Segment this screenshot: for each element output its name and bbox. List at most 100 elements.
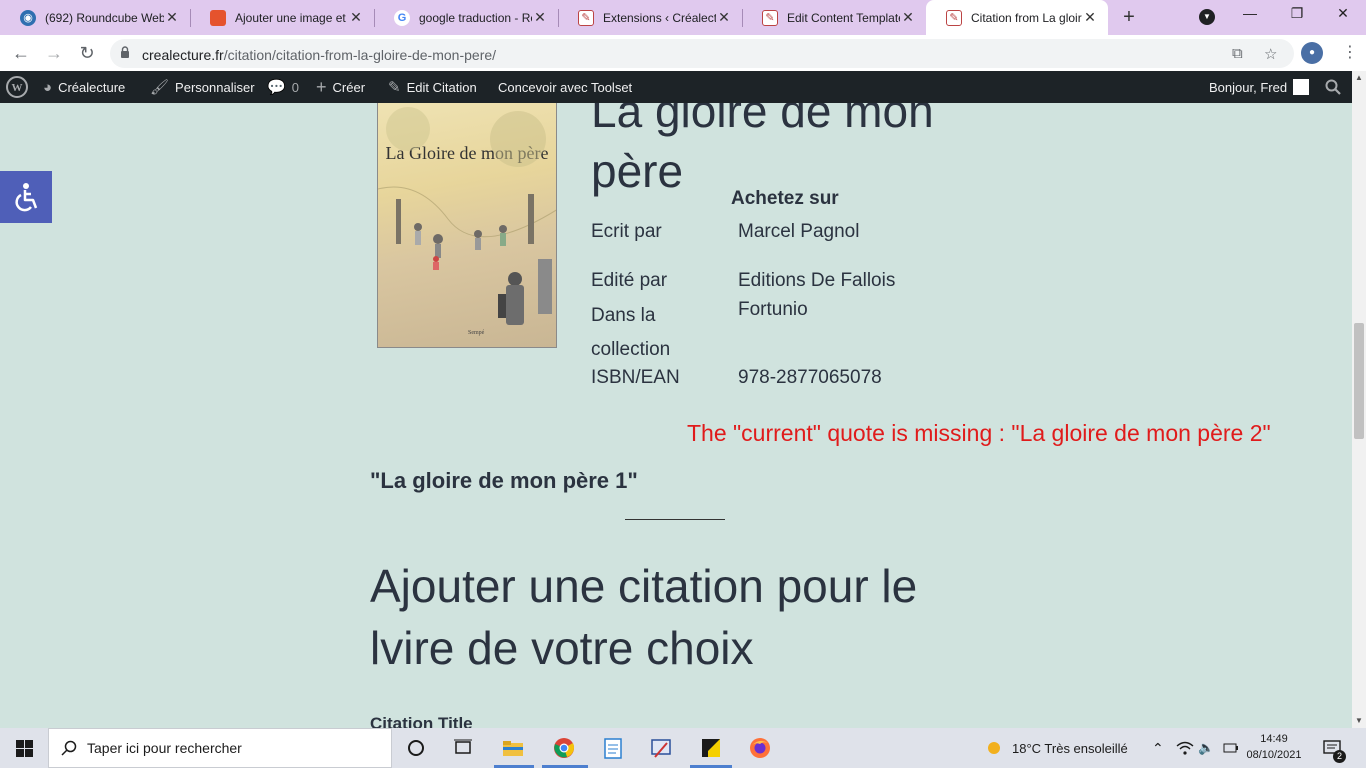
wordpress-logo-icon[interactable]: W [6,71,28,103]
tab-citation-active[interactable]: ✎ Citation from La gloire de mon père ✕ [926,0,1108,35]
close-window-icon[interactable]: ✕ [1333,5,1353,22]
search-icon[interactable] [1325,71,1341,103]
windows-start-icon[interactable] [12,736,36,760]
url-text[interactable]: crealecture.fr/citation/citation-from-la… [142,47,496,63]
date: 08/10/2021 [1246,749,1302,761]
profile-avatar[interactable]: ● [1301,42,1323,64]
crealecture-icon: ✎ [946,9,962,26]
tab-strip: ◉ (692) Roundcube Webmail ✕ Ajouter une … [0,0,1366,35]
create-link[interactable]: + Créer [316,71,365,103]
create-label: Créer [332,79,366,95]
snipping-tool-icon[interactable] [649,736,673,760]
page-scrollbar[interactable]: ▲ ▼ [1352,71,1366,728]
new-tab-button[interactable]: + [1118,6,1140,28]
notification-badge: 2 [1333,750,1346,763]
collection-value: Fortunio [738,299,808,320]
scroll-thumb[interactable] [1354,323,1364,439]
close-tab-icon[interactable]: ✕ [900,9,916,26]
tab-search-icon[interactable]: ▼ [1199,9,1215,25]
form-heading: Ajouter une citation pour le lvire de vo… [370,560,918,674]
reload-icon[interactable]: ↻ [75,41,99,65]
notepad-icon[interactable] [601,736,625,760]
detail-label: Edité par [591,270,668,291]
buy-label: Achetez sur [731,188,839,209]
page-content: La Gloire de mon père Sempé La gloire de… [0,103,1352,728]
tab-label: google traduction - Recherche Google [419,10,532,25]
edit-citation-link[interactable]: ✎ Edit Citation [388,71,477,103]
google-icon: G [394,9,410,26]
cortana-icon[interactable] [404,736,428,760]
tab-label: Citation from La gloire de mon père [971,10,1082,25]
close-tab-icon[interactable]: ✕ [1082,9,1098,26]
isbn-value: 978-2877065078 [738,367,882,388]
crealecture-icon: ✎ [578,9,594,26]
toolset-link[interactable]: Concevoir avec Toolset [498,71,632,103]
scroll-up-icon[interactable]: ▲ [1352,71,1366,85]
site-name: Créalecture [58,79,126,95]
detail-label: Dans la collection [591,305,671,360]
bookmark-star-icon[interactable]: ☆ [1264,45,1277,63]
firefox-icon[interactable] [748,736,772,760]
close-tab-icon[interactable]: ✕ [532,9,548,26]
chevron-up-icon[interactable]: ⌃ [1152,728,1164,768]
task-view-icon[interactable] [451,736,475,760]
weather-widget[interactable]: 18°C Très ensoleillé [984,728,1128,768]
comments-link[interactable]: 💬 0 [267,71,299,103]
battery-icon[interactable] [1223,728,1239,768]
detail-label: Ecrit par [591,221,662,242]
tab-roundcube[interactable]: ◉ (692) Roundcube Webmail ✕ [0,0,190,35]
restore-icon[interactable]: ❐ [1287,5,1307,22]
accessibility-button[interactable] [0,171,52,223]
chrome-icon[interactable] [552,736,576,760]
customize-label: Personnaliser [175,79,255,95]
customize-link[interactable]: 🖌 Personnaliser [150,71,255,103]
cast-icon[interactable]: ⧉ [1232,45,1243,62]
comment-icon: 💬 [267,79,286,96]
volume-icon[interactable]: 🔈 [1198,728,1214,768]
tab-extensions[interactable]: ✎ Extensions ‹ Créalecture ✕ [558,0,742,35]
tab-edit-content-template[interactable]: ✎ Edit Content Template ✕ [742,0,926,35]
cover-illustration: Sempé [378,107,556,336]
notifications-button[interactable]: 2 [1323,728,1346,768]
wp-admin-bar: W ◕ Créalecture 🖌 Personnaliser 💬 0 + Cr… [0,71,1352,103]
windows-taskbar: Taper ici pour rechercher 18°C Très enso… [0,728,1366,768]
tab-label: Extensions ‹ Créalecture [603,10,716,25]
tab-ajouter-image[interactable]: Ajouter une image et une citation ✕ [190,0,374,35]
close-tab-icon[interactable]: ✕ [716,9,732,26]
sun-icon [988,742,1000,754]
missing-quote-annotation: The "current" quote is missing : "La glo… [687,420,1271,446]
taskbar-search-input[interactable]: Taper ici pour rechercher [48,728,392,768]
network-icon[interactable] [1176,728,1194,768]
plus-icon: + [316,76,327,97]
lock-icon [121,46,129,58]
site-name-link[interactable]: ◕ Créalecture [43,71,125,103]
divider [625,519,725,520]
close-tab-icon[interactable]: ✕ [348,9,364,26]
account-menu[interactable]: Bonjour, Fred [1209,71,1310,103]
brush-icon: 🖌 [150,79,170,96]
toolset-icon [210,9,226,26]
roundcube-icon: ◉ [20,9,36,26]
quote-title[interactable]: "La gloire de mon père 1" [370,468,638,494]
clock[interactable]: 14:49 08/10/2021 [1246,731,1302,763]
forward-arrow-icon[interactable]: → [42,41,66,65]
pencil-icon: ✎ [388,79,401,96]
tab-label: Edit Content Template [787,10,900,25]
close-tab-icon[interactable]: ✕ [164,9,180,26]
file-explorer-icon[interactable] [501,736,525,760]
sticky-notes-icon[interactable] [699,736,723,760]
minimize-icon[interactable]: — [1240,5,1260,21]
edit-citation-label: Edit Citation [406,79,477,95]
url-path: /citation/citation-from-la-gloire-de-mon… [223,47,497,63]
svg-text:Sempé: Sempé [468,330,485,336]
tab-google-traduction[interactable]: G google traduction - Recherche Google ✕ [374,0,558,35]
book-cover-image: La Gloire de mon père Sempé [377,103,557,348]
address-bar[interactable]: crealecture.fr/citation/citation-from-la… [110,39,1294,68]
scroll-down-icon[interactable]: ▼ [1352,714,1366,728]
citation-title-label: Citation Title [370,714,473,728]
back-arrow-icon[interactable]: ← [9,41,33,65]
menu-kebab-icon[interactable]: ⋮ [1338,41,1362,65]
search-placeholder: Taper ici pour rechercher [87,740,242,756]
avatar [1293,79,1310,95]
detail-label: ISBN/EAN [591,367,680,388]
